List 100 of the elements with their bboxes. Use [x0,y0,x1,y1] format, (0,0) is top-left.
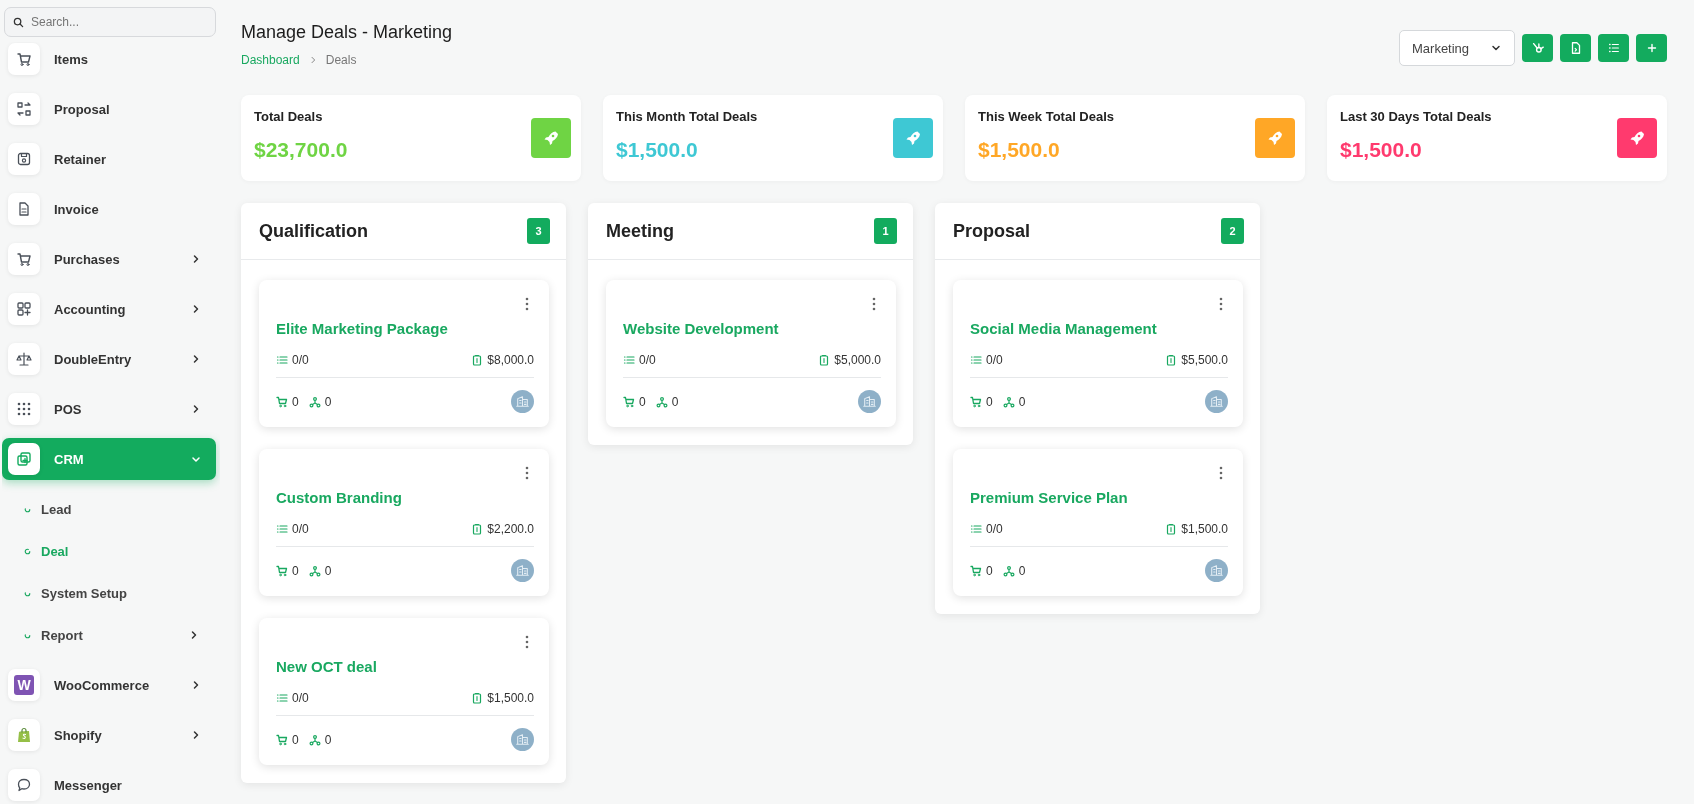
deal-amount: $1,500.0 [1181,522,1228,536]
cart-icon [276,395,288,408]
shopping-bag-icon [16,727,32,743]
deal-card[interactable]: Website Development 0/0 $5,000.0 0 0 [606,280,896,427]
building-avatar-icon [1205,390,1228,413]
breadcrumb-current: Deals [325,53,357,67]
sidebar-item[interactable]: Accounting [2,288,216,330]
chevron-right-icon [308,56,317,64]
pipeline-dropdown[interactable]: Marketing [1399,30,1515,66]
search-icon [13,17,24,28]
sidebar-item-label: DoubleEntry [54,351,133,367]
list-view-button[interactable] [1598,34,1629,62]
nodes-icon [308,733,321,746]
logo-mark: W [14,675,34,695]
stat-label: Last 30 Days Total Deals [1340,109,1492,124]
sidebar-item[interactable]: Invoice [2,188,216,230]
sidebar-item-label: CRM [54,451,85,467]
sidebar-item-label: Messenger [54,777,123,793]
list-icon [970,523,982,535]
stat-value: $1,500.0 [1340,138,1423,162]
product-count: 0 [639,394,646,409]
sidebar-item[interactable]: DoubleEntry [2,338,216,380]
sidebar-item-label: WooCommerce [54,677,151,693]
sidebar-item[interactable]: Shopify [2,714,216,756]
building-avatar-icon [511,728,534,751]
clipboard-icon [1165,354,1178,366]
sidebar-item[interactable]: Items [2,42,216,80]
scale-icon [16,351,32,367]
sidebar-item[interactable]: Retainer [2,138,216,180]
source-count: 0 [324,394,332,409]
deal-amount: $2,200.0 [487,522,534,536]
count-badge: 2 [1221,218,1244,244]
sidebar-item-label: Purchases [54,251,121,267]
import-button[interactable] [1560,34,1591,62]
column-title: Qualification [259,220,368,242]
stat-label: This Month Total Deals [616,109,758,124]
submenu-item[interactable]: Report [2,614,220,656]
apps-icon [16,301,32,317]
deal-amount: $1,500.0 [487,691,534,705]
sidebar-item[interactable]: W WooCommerce [2,664,216,706]
sidebar-item[interactable]: POS [2,388,216,430]
submenu-item[interactable]: Lead [2,488,220,530]
stat-value: $23,700.0 [254,138,348,162]
list-icon [970,354,982,366]
submenu-item[interactable]: System Setup [2,572,220,614]
sidebar-item-label: Accounting [54,301,127,317]
source-count: 0 [671,394,679,409]
rocket-icon [1629,130,1645,146]
clipboard-icon [1165,523,1178,535]
list-icon [276,354,288,366]
cart-icon [970,564,982,577]
sidebar-item[interactable]: Proposal [2,88,216,130]
source-count: 0 [324,563,332,578]
rocket-icon [905,130,921,146]
column-title: Meeting [606,220,674,242]
submenu-label: Lead [41,501,73,517]
stat-value: $1,500.0 [978,138,1061,162]
clipboard-icon [471,692,484,704]
building-avatar-icon [511,390,534,413]
deal-card[interactable]: Premium Service Plan 0/0 $1,500.0 0 0 [953,449,1243,596]
grid-icon [16,401,32,417]
deal-card[interactable]: Social Media Management 0/0 $5,500.0 0 0 [953,280,1243,427]
cart-icon [16,51,32,67]
product-count: 0 [986,394,993,409]
hub-button[interactable] [1522,34,1553,62]
submenu-label: Report [41,627,84,643]
sidebar-item-label: Retainer [54,151,108,167]
copy-icon [16,451,32,467]
bullet-icon [24,547,31,555]
sidebar-item-label: POS [54,401,83,417]
deal-card[interactable]: Custom Branding 0/0 $2,200.0 0 0 [259,449,549,596]
deal-card[interactable]: New OCT deal 0/0 $1,500.0 0 0 [259,618,549,765]
sidebar-item[interactable]: Purchases [2,238,216,280]
source-count: 0 [324,732,332,747]
sidebar-item-label: Items [54,51,89,67]
source-count: 0 [1018,394,1026,409]
sidebar-item-label: Invoice [54,201,100,217]
page-title: Manage Deals - Marketing [241,22,453,43]
rocket-icon [543,130,559,146]
cart-icon [16,251,32,267]
task-count: 0/0 [292,691,309,705]
clipboard-icon [818,354,831,366]
cart-icon [970,395,982,408]
sidebar-item[interactable]: Messenger [2,764,216,804]
add-button[interactable] [1636,34,1667,62]
stat-label: This Week Total Deals [978,109,1115,124]
building-avatar-icon [511,559,534,582]
bullet-icon [24,589,31,597]
deal-card[interactable]: Elite Marketing Package 0/0 $8,000.0 0 0 [259,280,549,427]
count-badge: 3 [527,218,550,244]
save-icon [16,151,32,167]
nodes-icon [1002,564,1015,577]
product-count: 0 [292,563,299,578]
task-count: 0/0 [986,522,1003,536]
list-icon [623,354,635,366]
search-field[interactable]: Search... [4,7,216,37]
document-icon [16,201,32,217]
product-count: 0 [292,732,299,747]
submenu-label: Deal [41,543,70,559]
nodes-icon [1002,395,1015,408]
